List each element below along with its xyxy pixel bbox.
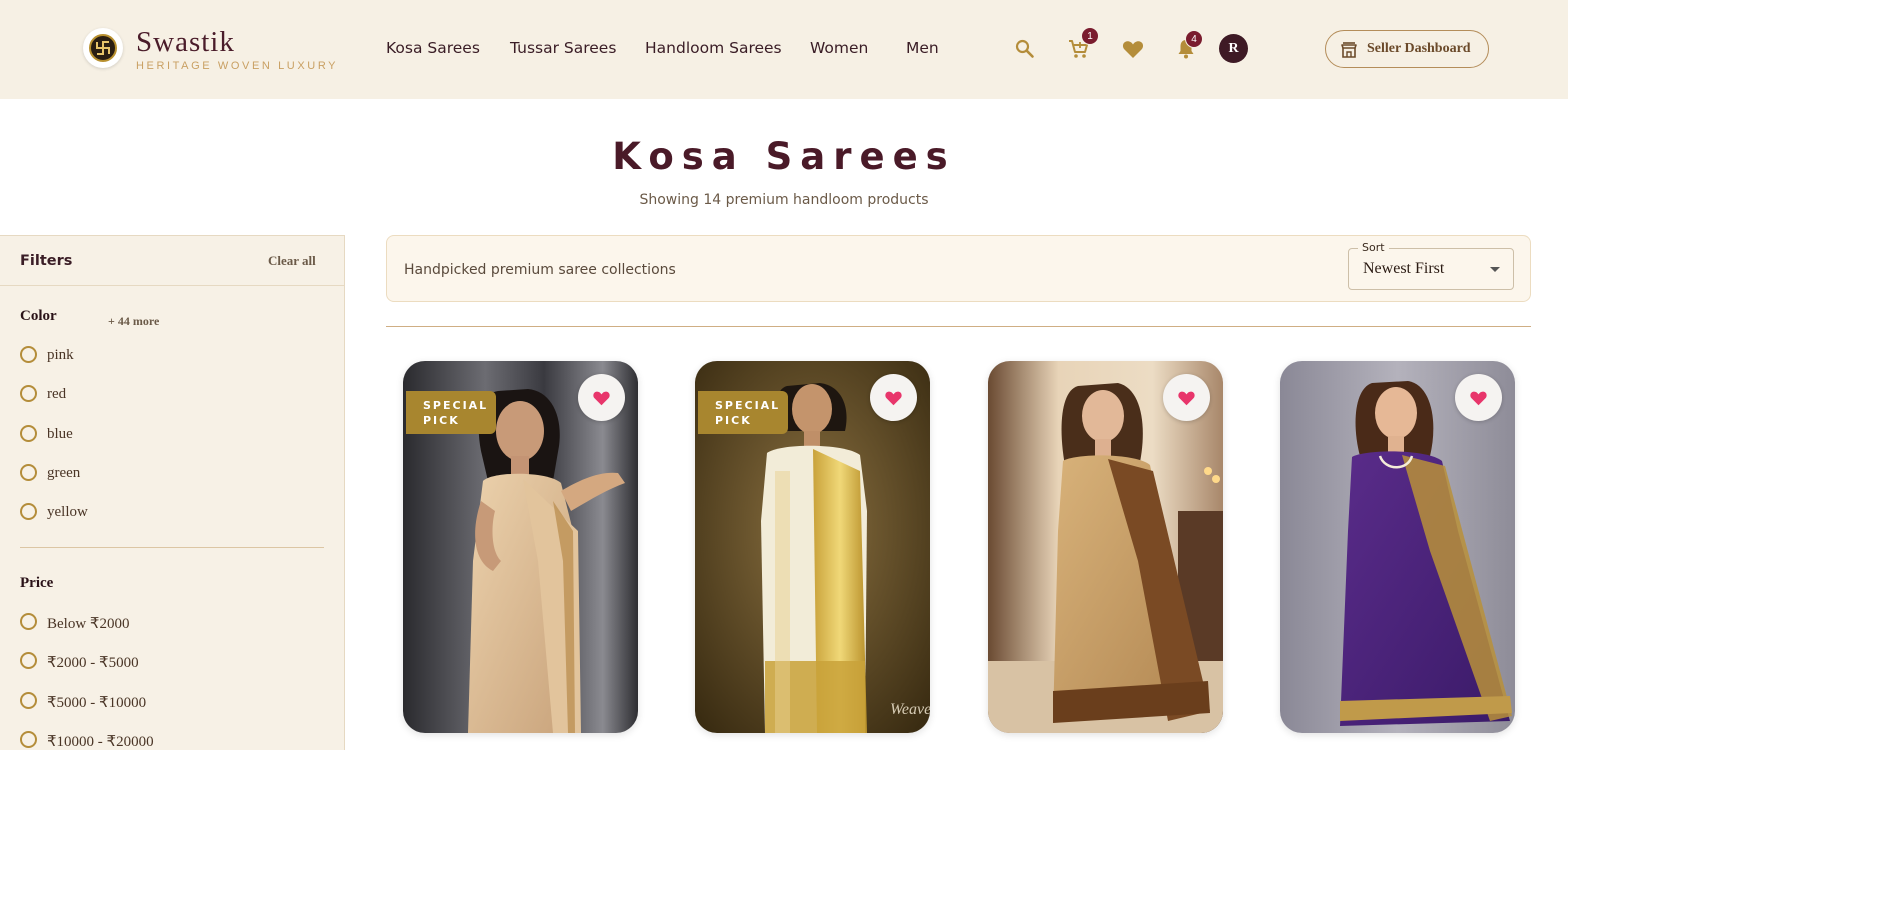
radio-button[interactable] <box>20 346 37 363</box>
filters-sidebar: Filters Clear all Color + 44 more pink r… <box>0 235 345 750</box>
color-filter-title: Color <box>20 308 57 324</box>
price-option-label: ₹10000 - ₹20000 <box>47 734 154 750</box>
badge-line: PICK <box>423 414 460 427</box>
nav-handloom-sarees[interactable]: Handloom Sarees <box>645 39 782 57</box>
product-card[interactable]: SPECIAL PICK Weave <box>695 361 930 733</box>
add-to-wishlist-button[interactable] <box>870 374 917 421</box>
store-icon <box>1341 42 1357 58</box>
notification-count-badge: 4 <box>1185 30 1203 48</box>
heart-icon <box>1122 41 1144 58</box>
brand-logo[interactable] <box>83 28 123 68</box>
badge-line: PICK <box>715 414 752 427</box>
user-avatar[interactable]: R <box>1219 34 1248 63</box>
filters-title: Filters <box>20 253 73 269</box>
product-card[interactable]: SPECIAL PICK <box>403 361 638 733</box>
product-card[interactable] <box>1280 361 1515 733</box>
sort-label: Sort <box>1358 241 1389 254</box>
special-pick-badge: SPECIAL PICK <box>406 391 496 434</box>
price-filter-title: Price <box>20 575 54 591</box>
radio-button[interactable] <box>20 464 37 481</box>
radio-button[interactable] <box>20 385 37 402</box>
radio-button[interactable] <box>20 613 37 630</box>
color-option-label: yellow <box>47 504 88 520</box>
collection-info-bar: Handpicked premium saree collections Sor… <box>386 235 1531 302</box>
seller-dashboard-button[interactable]: Seller Dashboard <box>1325 30 1489 68</box>
add-to-wishlist-button[interactable] <box>1455 374 1502 421</box>
add-to-wishlist-button[interactable] <box>578 374 625 421</box>
brand-tagline: HERITAGE WOVEN LUXURY <box>136 60 339 72</box>
color-more-link[interactable]: + 44 more <box>108 314 159 329</box>
nav-kosa-sarees[interactable]: Kosa Sarees <box>386 39 480 57</box>
radio-button[interactable] <box>20 503 37 520</box>
color-option-label: green <box>47 465 81 481</box>
add-to-wishlist-button[interactable] <box>1163 374 1210 421</box>
search-icon <box>1015 39 1034 58</box>
cart-count-badge: 1 <box>1081 27 1099 45</box>
heart-icon <box>593 391 610 406</box>
radio-button[interactable] <box>20 692 37 709</box>
product-count-subtitle: Showing 14 premium handloom products <box>639 192 929 208</box>
search-button[interactable] <box>1010 34 1040 64</box>
price-option-label: Below ₹2000 <box>47 616 130 632</box>
price-option-label: ₹5000 - ₹10000 <box>47 695 147 711</box>
heart-icon <box>1470 391 1487 406</box>
sort-value: Newest First <box>1363 260 1445 277</box>
image-watermark: Weave <box>890 701 930 718</box>
page-title: Kosa Sarees <box>612 135 956 178</box>
radio-button[interactable] <box>20 425 37 442</box>
swastika-icon <box>96 41 110 55</box>
radio-button[interactable] <box>20 652 37 669</box>
radio-button[interactable] <box>20 731 37 748</box>
section-divider <box>20 547 324 548</box>
site-header: Swastik HERITAGE WOVEN LUXURY Kosa Saree… <box>0 0 1568 99</box>
collection-info-text: Handpicked premium saree collections <box>404 262 676 278</box>
clear-all-filters-button[interactable]: Clear all <box>268 253 316 269</box>
chevron-down-icon <box>1490 267 1500 272</box>
special-pick-badge: SPECIAL PICK <box>698 391 788 434</box>
heart-icon <box>885 391 902 406</box>
nav-men[interactable]: Men <box>906 39 939 57</box>
price-option-label: ₹2000 - ₹5000 <box>47 655 139 671</box>
color-option-label: blue <box>47 426 73 442</box>
product-card[interactable] <box>988 361 1223 733</box>
sort-select[interactable]: Sort Newest First <box>1348 241 1514 290</box>
nav-women[interactable]: Women <box>810 39 868 57</box>
cart-button[interactable]: 1 <box>1064 27 1099 64</box>
notifications-button[interactable]: 4 <box>1171 30 1203 64</box>
badge-line: SPECIAL <box>423 399 489 412</box>
nav-tussar-sarees[interactable]: Tussar Sarees <box>510 39 616 57</box>
badge-line: SPECIAL <box>715 399 781 412</box>
color-option-label: red <box>47 386 67 402</box>
brand-name[interactable]: Swastik <box>136 26 235 59</box>
wishlist-button[interactable] <box>1118 34 1148 64</box>
heart-icon <box>1178 391 1195 406</box>
filters-divider <box>0 285 345 286</box>
content-divider <box>386 326 1531 327</box>
color-option-label: pink <box>47 347 74 363</box>
seller-dashboard-label: Seller Dashboard <box>1367 41 1471 56</box>
